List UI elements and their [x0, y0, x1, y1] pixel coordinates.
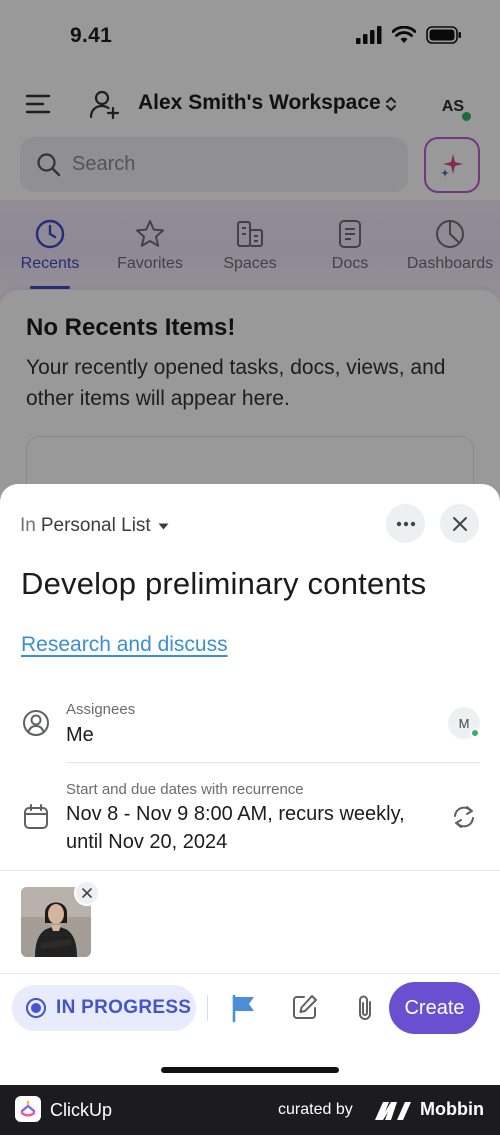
- online-status-dot: [470, 728, 480, 738]
- divider: [0, 870, 500, 871]
- dates-value-line1: Nov 8 - Nov 9 8:00 AM, recurs weekly,: [66, 803, 405, 825]
- location-prefix: In: [20, 515, 36, 536]
- close-icon: [82, 888, 92, 898]
- calendar-icon: [24, 804, 48, 829]
- dates-value-line2: until Nov 20, 2024: [66, 831, 228, 853]
- status-label: IN PROGRESS: [56, 997, 192, 1018]
- home-indicator: [161, 1067, 339, 1073]
- assignees-value: Me: [66, 724, 94, 746]
- dates-label: Start and due dates with recurrence: [66, 781, 304, 798]
- footer-curated-by: curated by: [278, 1101, 353, 1118]
- divider: [0, 973, 500, 974]
- footer-brand: Mobbin: [420, 1099, 484, 1119]
- divider: [66, 762, 480, 763]
- close-button[interactable]: [440, 504, 479, 543]
- create-task-sheet: In Personal List Develop preliminary con…: [0, 484, 500, 1085]
- mobbin-logo-icon: [375, 1102, 411, 1120]
- user-circle-icon: [23, 710, 49, 736]
- create-button[interactable]: Create: [389, 982, 480, 1034]
- recurrence-icon[interactable]: [450, 803, 478, 831]
- paperclip-icon[interactable]: [352, 993, 378, 1023]
- flag-icon[interactable]: [230, 993, 258, 1023]
- location-name: Personal List: [40, 515, 151, 536]
- task-action-bar: IN PROGRESS Create: [0, 982, 500, 1044]
- edit-icon[interactable]: [291, 993, 319, 1021]
- attribution-footer: ClickUp curated by Mobbin: [0, 1085, 500, 1135]
- more-options-button[interactable]: [386, 504, 425, 543]
- close-icon: [452, 516, 467, 531]
- list-selector[interactable]: In Personal List: [20, 515, 169, 537]
- caret-down-icon: [158, 523, 169, 529]
- status-dot-icon: [26, 998, 46, 1018]
- dates-field[interactable]: Start and due dates with recurrence Nov …: [0, 776, 500, 862]
- divider: [207, 995, 208, 1021]
- task-title-input[interactable]: Develop preliminary contents: [21, 566, 426, 602]
- assignees-label: Assignees: [66, 701, 136, 718]
- ellipsis-icon: [396, 521, 415, 526]
- clickup-logo-icon: [15, 1096, 41, 1122]
- status-selector[interactable]: IN PROGRESS: [12, 985, 196, 1031]
- task-description-link[interactable]: Research and discuss: [21, 633, 228, 657]
- remove-attachment-button[interactable]: [74, 880, 100, 906]
- footer-app-name: ClickUp: [50, 1100, 113, 1120]
